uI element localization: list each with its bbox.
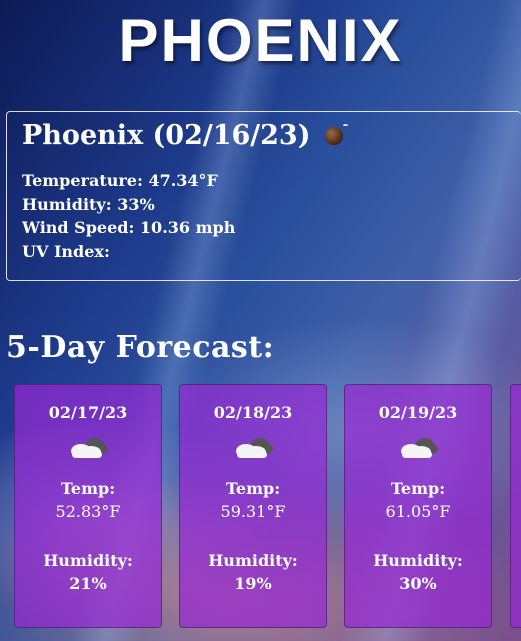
forecast-card: 02/17/23 Temp: 52.83°F Humidity: 21%: [14, 384, 162, 628]
cloud-icon: [401, 438, 438, 458]
temp-label: Temp:: [390, 479, 446, 498]
temp-value: 52.83°F: [55, 502, 121, 521]
humidity-value: 30%: [399, 574, 437, 593]
temp-label: Temp:: [225, 479, 281, 498]
humidity-text: Humidity: 33%: [22, 194, 155, 214]
temp-label: Temp:: [60, 479, 116, 498]
current-weather-panel: Phoenix (02/16/23) Temperature: 47.34°F …: [6, 111, 521, 281]
forecast-date: 02/19/23: [378, 403, 458, 422]
city-date-label: Phoenix (02/16/23): [22, 120, 311, 151]
current-weather-heading: Phoenix (02/16/23): [22, 120, 506, 151]
humidity-value: 19%: [234, 574, 272, 593]
humidity-label: Humidity:: [373, 551, 463, 570]
cloud-icon: [236, 438, 273, 458]
forecast-heading: 5-Day Forecast:: [6, 330, 275, 365]
forecast-date: 02/18/23: [213, 403, 293, 422]
humidity-value: 21%: [69, 574, 107, 593]
temp-value: 61.05°F: [385, 502, 451, 521]
temperature-text: Temperature: 47.34°F: [22, 171, 218, 190]
humidity-label: Humidity:: [208, 551, 298, 570]
humidity-label: Humidity:: [43, 551, 133, 570]
forecast-date: 02/17/23: [48, 403, 128, 422]
forecast-card: 02/18/23 Temp: 59.31°F Humidity: 19%: [179, 384, 327, 628]
forecast-card-partial: [510, 384, 521, 628]
uv-index-text: UV Index:: [22, 241, 110, 261]
page-title: PHOENIX: [118, 7, 403, 74]
wind-speed-text: Wind Speed: 10.36 mph: [22, 218, 236, 237]
cloud-icon: [71, 438, 108, 458]
forecast-card: 02/19/23 Temp: 61.05°F Humidity: 30%: [344, 384, 492, 628]
bomb-icon: [324, 123, 348, 145]
temp-value: 59.31°F: [220, 502, 286, 521]
